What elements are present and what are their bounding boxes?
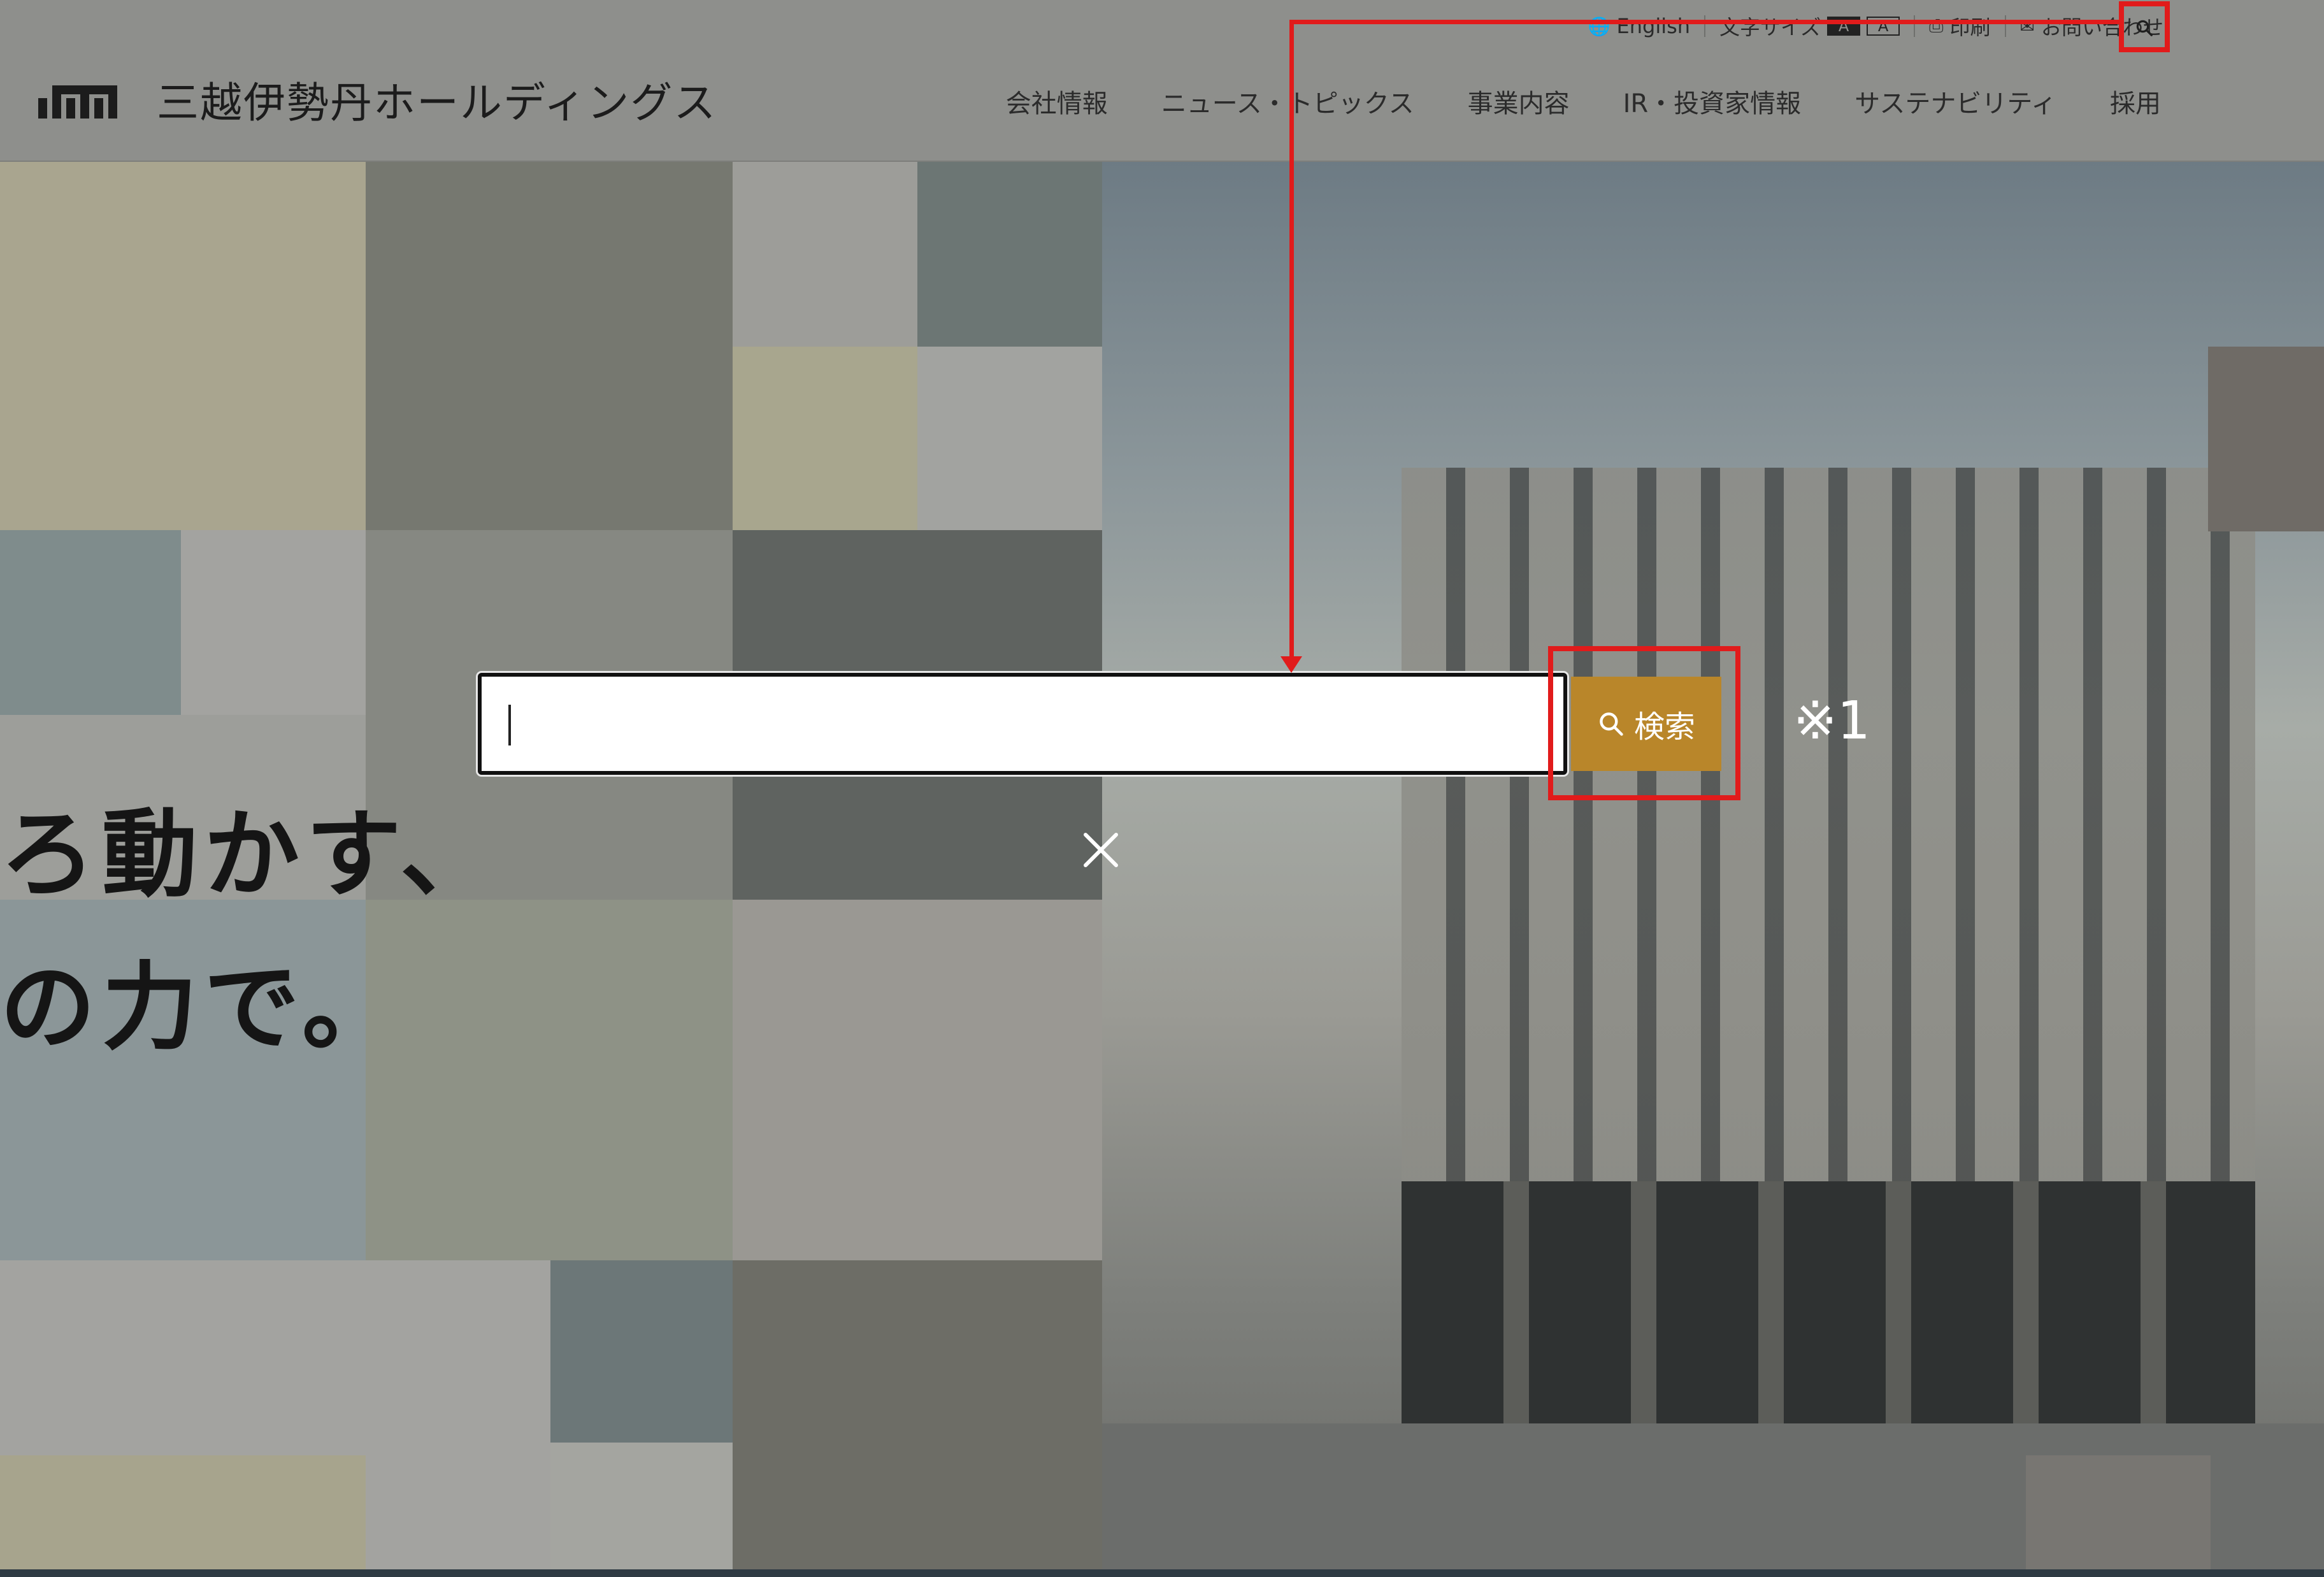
site-header: 三越伊勢丹ホールディングス 🌐 English 文字サイズ A A ⎙ 印刷 ✉… xyxy=(0,0,2324,162)
hero-tile xyxy=(550,1260,733,1443)
annotation-note: ※1 xyxy=(1793,691,1870,751)
company-name[interactable]: 三越伊勢丹ホールディングス xyxy=(157,69,717,130)
search-button-highlight xyxy=(1548,646,1740,800)
annotation-connector xyxy=(1289,20,1294,662)
hero-tile xyxy=(0,530,181,715)
bottom-bar xyxy=(0,1569,2324,1577)
text-caret xyxy=(508,705,511,745)
print-link[interactable]: ⎙ 印刷 xyxy=(1915,11,2004,41)
hero-headline-line-1: ろ動かす、 xyxy=(0,798,503,911)
global-nav: 会社情報 ニュース・トピックス 事業内容 IR・投資家情報 サステナビリティ 採… xyxy=(1006,83,2161,120)
mail-icon: ✉ xyxy=(2019,15,2035,37)
hero-tile xyxy=(917,347,1102,530)
nav-item-business[interactable]: 事業内容 xyxy=(1468,83,1570,120)
print-label: 印刷 xyxy=(1949,15,1991,40)
nav-item-sustainability[interactable]: サステナビリティ xyxy=(1854,83,2056,120)
nav-item-news[interactable]: ニュース・トピックス xyxy=(1161,83,1414,120)
nav-item-company[interactable]: 会社情報 xyxy=(1006,83,1108,120)
hero-tile xyxy=(366,900,733,1260)
hero-headline-line-2: の力で。 xyxy=(0,951,405,1063)
search-trigger-highlight xyxy=(2119,1,2170,52)
font-size-control: 文字サイズ A A xyxy=(1705,11,1914,41)
hero-tile xyxy=(733,1260,1102,1577)
hero-tile xyxy=(0,1455,366,1577)
hero-tile xyxy=(181,530,366,715)
language-link[interactable]: 🌐 English xyxy=(1574,14,1704,38)
utility-nav: 🌐 English 文字サイズ A A ⎙ 印刷 ✉ お問い合わせ xyxy=(1574,10,2177,42)
font-size-label: 文字サイズ xyxy=(1719,15,1821,40)
hero-tile xyxy=(366,162,733,530)
hero-tile xyxy=(733,900,1102,1260)
arrow-down-icon xyxy=(1280,656,1302,673)
annotation-connector xyxy=(1289,20,2120,24)
close-icon[interactable] xyxy=(1080,830,1121,870)
hero-tile xyxy=(733,347,917,530)
globe-icon: 🌐 xyxy=(1588,15,1610,37)
hero-tile xyxy=(2026,1455,2211,1577)
hero-tile xyxy=(917,162,1102,347)
nav-item-ir[interactable]: IR・投資家情報 xyxy=(1623,83,1802,120)
nav-item-recruit[interactable]: 採用 xyxy=(2110,83,2161,120)
language-label: English xyxy=(1616,14,1691,38)
hero-tile xyxy=(0,162,366,530)
search-input[interactable] xyxy=(478,673,1567,775)
company-logo-icon[interactable] xyxy=(38,82,121,119)
hero-tile xyxy=(733,162,917,347)
printer-icon: ⎙ xyxy=(1929,15,1944,36)
hero-tile xyxy=(2208,347,2324,531)
